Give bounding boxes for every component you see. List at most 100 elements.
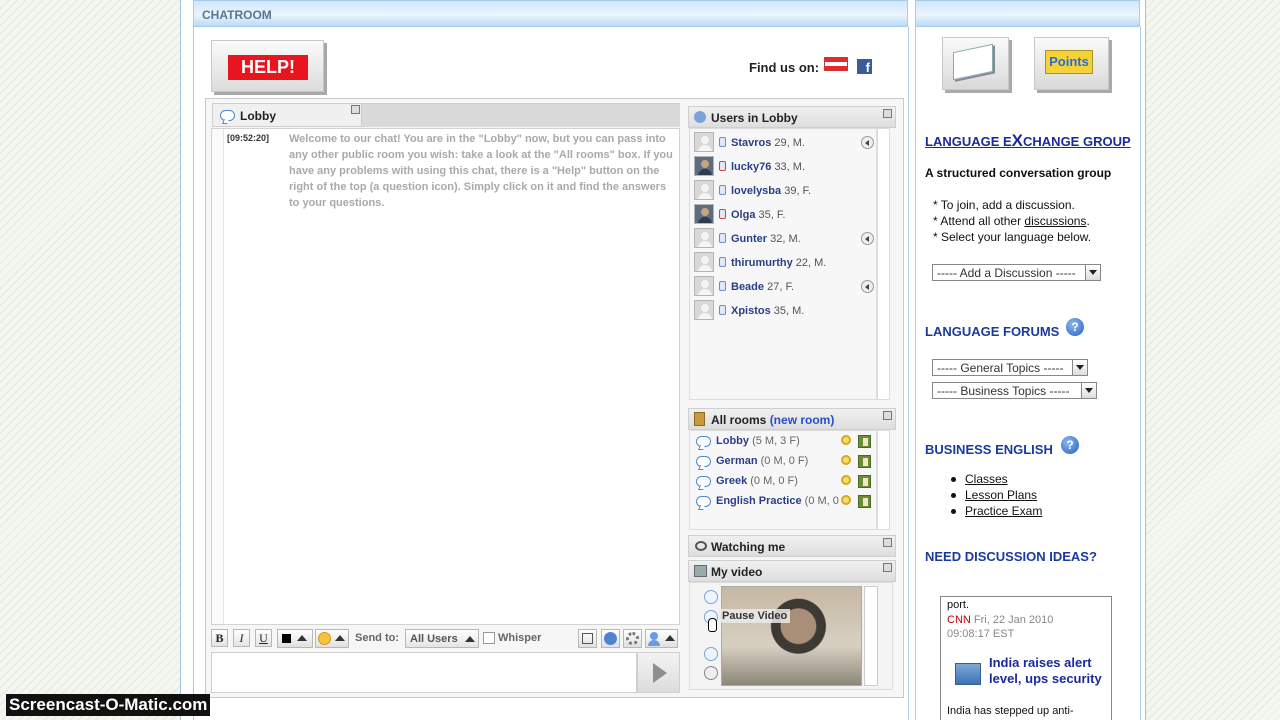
- close-panel-icon[interactable]: [883, 109, 892, 118]
- user-info: 39, F.: [784, 185, 812, 197]
- user-row[interactable]: Xpistos 35, M.: [694, 299, 879, 321]
- new-room-link[interactable]: (new room): [770, 413, 835, 427]
- whisper-label: Whisper: [498, 632, 542, 644]
- room-row[interactable]: English Practice (0 M, 0: [696, 493, 876, 511]
- send-to-select[interactable]: All Users: [405, 629, 479, 648]
- room-name[interactable]: Greek (0 M, 0 F): [716, 475, 798, 487]
- user-row[interactable]: thirumurthy 22, M.: [694, 251, 879, 273]
- help-question-icon[interactable]: ?: [1061, 436, 1079, 454]
- language-exchange-group-link[interactable]: LANGUAGE EXCHANGE GROUP: [925, 131, 1131, 151]
- chat-bubble-icon: [696, 476, 711, 487]
- points-button[interactable]: Points: [1034, 37, 1109, 90]
- dropdown-arrow-icon: [297, 635, 307, 641]
- video-available-icon[interactable]: [861, 136, 874, 149]
- lesson-plans-link[interactable]: Lesson Plans: [951, 488, 1037, 502]
- key-icon[interactable]: [841, 475, 851, 485]
- user-name[interactable]: Olga 35, F.: [731, 209, 785, 221]
- rewind-icon[interactable]: [704, 647, 718, 661]
- close-panel-icon[interactable]: [883, 538, 892, 547]
- watching-panel-title: Watching me: [711, 540, 786, 554]
- video-available-icon[interactable]: [861, 280, 874, 293]
- tab-lobby[interactable]: Lobby: [212, 103, 362, 127]
- room-row[interactable]: German (0 M, 0 F): [696, 453, 876, 471]
- user-row[interactable]: Beade 27, F.: [694, 275, 879, 297]
- room-counts: (0 M, 0: [804, 495, 839, 507]
- enter-room-icon[interactable]: [858, 435, 871, 448]
- discussions-link[interactable]: discussions: [1024, 214, 1086, 228]
- general-topics-select[interactable]: ----- General Topics -----: [932, 359, 1088, 376]
- send-button[interactable]: [637, 652, 680, 693]
- user-row[interactable]: lucky76 33, M.: [694, 155, 879, 177]
- play-video-icon[interactable]: [704, 590, 718, 604]
- user-name[interactable]: Beade 27, F.: [731, 281, 794, 293]
- key-icon[interactable]: [841, 455, 851, 465]
- close-panel-icon[interactable]: [883, 411, 892, 420]
- video-available-icon[interactable]: [861, 232, 874, 245]
- underline-button[interactable]: U: [255, 629, 272, 647]
- user-name[interactable]: Gunter 32, M.: [731, 233, 801, 245]
- chatroom-title: CHATROOM: [202, 8, 272, 22]
- business-topics-select[interactable]: ----- Business Topics -----: [932, 382, 1097, 399]
- enter-room-icon[interactable]: [858, 495, 871, 508]
- user-name[interactable]: lovelysba 39, F.: [731, 185, 811, 197]
- bold-button[interactable]: B: [211, 629, 228, 647]
- room-name[interactable]: Lobby (5 M, 3 F): [716, 435, 800, 447]
- window-icon[interactable]: [578, 629, 597, 648]
- news-headline-link[interactable]: India raises alert level, ups security: [989, 655, 1109, 687]
- help-question-icon[interactable]: [601, 629, 620, 648]
- news-thumbnail-icon[interactable]: [955, 663, 981, 685]
- welcome-message: Welcome to our chat! You are in the "Lob…: [289, 133, 673, 209]
- divider: [915, 27, 916, 720]
- italic-button[interactable]: I: [233, 629, 250, 647]
- key-icon[interactable]: [841, 435, 851, 445]
- chevron-down-icon: [1072, 360, 1087, 375]
- room-row[interactable]: Greek (0 M, 0 F): [696, 473, 876, 491]
- help-question-icon[interactable]: ?: [1066, 318, 1084, 336]
- room-name[interactable]: English Practice (0 M, 0: [716, 495, 839, 507]
- eye-icon: [695, 541, 707, 551]
- watching-panel-header[interactable]: Watching me: [688, 535, 896, 557]
- settings-gear-icon[interactable]: [623, 629, 642, 648]
- enter-room-icon[interactable]: [858, 455, 871, 468]
- user-name[interactable]: Xpistos 35, M.: [731, 305, 804, 317]
- volume-icon[interactable]: [704, 666, 718, 680]
- room-name[interactable]: German (0 M, 0 F): [716, 455, 808, 467]
- color-swatch-icon: [282, 634, 291, 643]
- practice-exam-link[interactable]: Practice Exam: [951, 504, 1042, 518]
- user-row[interactable]: Stavros 29, M.: [694, 131, 879, 153]
- news-body: India has stepped up anti-: [947, 705, 1074, 717]
- facebook-icon[interactable]: f: [857, 59, 872, 75]
- close-tab-icon[interactable]: [351, 105, 360, 114]
- message-input[interactable]: [211, 652, 637, 693]
- calendar-icon: [953, 43, 993, 81]
- video-scrollbar[interactable]: [864, 586, 878, 686]
- rooms-scrollbar[interactable]: [877, 430, 890, 530]
- send-arrow-icon: [653, 663, 667, 683]
- whisper-checkbox[interactable]: [483, 632, 495, 644]
- add-discussion-select[interactable]: ----- Add a Discussion -----: [932, 264, 1101, 281]
- room-row[interactable]: Lobby (5 M, 3 F): [696, 433, 876, 451]
- user-row[interactable]: lovelysba 39, F.: [694, 179, 879, 201]
- user-row[interactable]: Olga 35, F.: [694, 203, 879, 225]
- webcam-video[interactable]: [721, 586, 862, 686]
- emoticons-button[interactable]: [315, 629, 349, 648]
- user-name[interactable]: thirumurthy 22, M.: [731, 257, 826, 269]
- help-button[interactable]: HELP!: [211, 40, 324, 92]
- close-panel-icon[interactable]: [883, 563, 892, 572]
- user-name[interactable]: Stavros 29, M.: [731, 137, 805, 149]
- user-row[interactable]: Gunter 32, M.: [694, 227, 879, 249]
- dropdown-arrow-icon: [665, 635, 675, 641]
- key-icon[interactable]: [841, 495, 851, 505]
- help-label: HELP!: [228, 55, 308, 80]
- user-lock-icon: [719, 233, 726, 243]
- instruction-select: * Select your language below.: [933, 230, 1092, 244]
- austria-flag-icon[interactable]: [824, 57, 848, 71]
- classes-link[interactable]: Classes: [951, 472, 1008, 486]
- user-status-button[interactable]: [645, 629, 678, 648]
- news-widget: port. CNN Fri, 22 Jan 2010 09:08:17 EST …: [940, 596, 1112, 720]
- enter-room-icon[interactable]: [858, 475, 871, 488]
- calendar-button[interactable]: [942, 37, 1009, 90]
- text-color-button[interactable]: [277, 629, 313, 648]
- user-lock-icon: [719, 185, 726, 195]
- user-name[interactable]: lucky76 33, M.: [731, 161, 805, 173]
